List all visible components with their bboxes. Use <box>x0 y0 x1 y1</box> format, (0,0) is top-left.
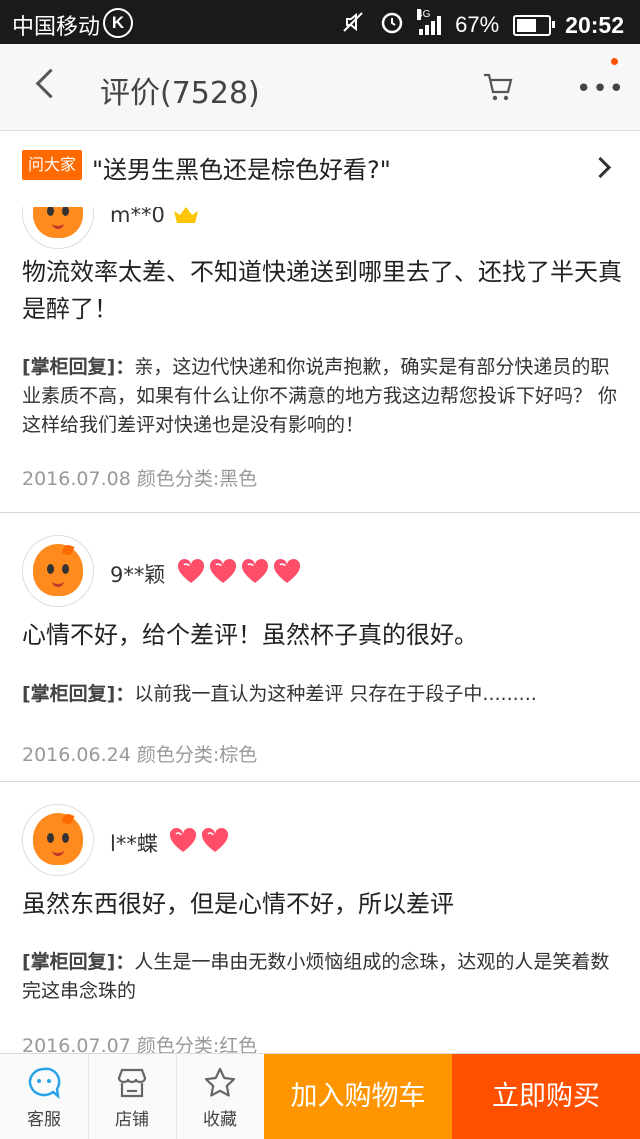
network-type: 4G <box>417 9 431 20</box>
ask-everyone-bar[interactable]: 问大家 "送男生黑色还是棕色好看?" <box>0 131 640 208</box>
buy-now-button[interactable]: 立即购买 <box>452 1054 640 1139</box>
heart-icon <box>209 558 237 583</box>
cart-icon[interactable] <box>482 71 516 103</box>
clock: 20:52 <box>565 11 624 38</box>
carrier-k-icon: K <box>103 8 133 38</box>
review-meta: 2016.07.07 颜色分类:红色 <box>22 1031 257 1053</box>
heart-icon <box>201 827 229 852</box>
reviewer-level-hearts <box>176 557 302 585</box>
avatar <box>22 535 94 607</box>
avatar <box>22 207 94 249</box>
review-date: 2016.06.24 <box>22 744 131 766</box>
reviewer-name: l**蝶 <box>110 832 158 856</box>
navigation-bar: 评价(7528) ••• <box>0 44 640 131</box>
alarm-icon <box>379 9 405 41</box>
question-text: "送男生黑色还是棕色好看?" <box>92 156 391 184</box>
seller-reply: [掌柜回复]：亲，这边代快递和你说声抱歉，确实是有部分快递员的职业素质不高，如果… <box>22 353 618 440</box>
review-item: m**0 物流效率太差、不知道快递送到哪里去了、还找了半天真是醉了！ [掌柜回复… <box>0 207 640 512</box>
review-item: 9**颖 心情不好，给个差评！虽然杯子真的很好。 [掌柜回复]：以前我一直认为这… <box>0 513 640 781</box>
status-bar: 中国移动 K 4G 67% 20:52 <box>0 0 640 44</box>
reply-label: [掌柜回复]： <box>22 356 135 378</box>
heart-icon <box>273 558 301 583</box>
reviewer-level-hearts <box>168 826 230 854</box>
carrier-name: 中国移动 <box>12 14 101 39</box>
review-content: 物流效率太差、不知道快递送到哪里去了、还找了半天真是醉了！ <box>22 258 622 323</box>
review-date: 2016.07.07 <box>22 1035 131 1053</box>
review-sku: 颜色分类:棕色 <box>136 744 258 766</box>
heart-icon <box>241 558 269 583</box>
ask-everyone-badge: 问大家 <box>22 150 82 180</box>
notification-dot <box>611 58 618 65</box>
heart-icon <box>169 827 197 852</box>
more-icon[interactable]: ••• <box>576 76 625 102</box>
avatar <box>22 804 94 876</box>
signal-icon: 4G <box>417 9 442 35</box>
reply-text: 以前我一直认为这种差评 只存在于段子中......... <box>134 683 537 705</box>
tab-customer-service[interactable]: 客服 <box>0 1054 89 1139</box>
seller-reply: [掌柜回复]：人生是一串由无数小烦恼组成的念珠，达观的人是笑着数完这串念珠的 <box>22 948 618 1006</box>
battery-percent: 67% <box>455 12 500 37</box>
tab-shop[interactable]: 店铺 <box>88 1054 177 1139</box>
store-icon <box>117 1068 147 1098</box>
mute-icon <box>341 10 365 40</box>
crown-icon <box>174 207 198 223</box>
star-icon <box>204 1067 236 1097</box>
reply-label: [掌柜回复]： <box>22 683 135 705</box>
tab-label: 收藏 <box>203 1110 237 1130</box>
reviewer-name: m**0 <box>110 207 165 227</box>
review-date: 2016.07.08 <box>22 468 131 490</box>
review-content: 心情不好，给个差评！虽然杯子真的很好。 <box>22 621 478 649</box>
seller-reply: [掌柜回复]：以前我一直认为这种差评 只存在于段子中......... <box>22 680 618 709</box>
add-to-cart-button[interactable]: 加入购物车 <box>264 1054 452 1139</box>
review-sku: 颜色分类:红色 <box>136 1035 258 1053</box>
tab-label: 店铺 <box>115 1110 149 1130</box>
chat-bubble-icon <box>28 1067 61 1099</box>
reply-label: [掌柜回复]： <box>22 951 135 973</box>
battery-icon <box>513 14 556 36</box>
review-sku: 颜色分类:黑色 <box>136 468 258 490</box>
review-meta: 2016.06.24 颜色分类:棕色 <box>22 740 257 767</box>
reviewer-name: 9**颖 <box>110 563 166 587</box>
chevron-right-icon <box>589 156 612 179</box>
tab-favorite[interactable]: 收藏 <box>176 1054 265 1139</box>
review-list[interactable]: m**0 物流效率太差、不知道快递送到哪里去了、还找了半天真是醉了！ [掌柜回复… <box>0 207 640 1053</box>
heart-icon <box>177 558 205 583</box>
review-meta: 2016.07.08 颜色分类:黑色 <box>22 464 257 491</box>
page-title: 评价(7528) <box>100 76 260 111</box>
back-icon[interactable] <box>35 68 66 99</box>
review-content: 虽然东西很好，但是心情不好，所以差评 <box>22 890 454 918</box>
tab-label: 客服 <box>27 1110 61 1130</box>
review-item: l**蝶 虽然东西很好，但是心情不好，所以差评 [掌柜回复]：人生是一串由无数小… <box>0 782 640 1053</box>
bottom-action-bar: 客服 店铺 收藏 加入购物车 立即购买 <box>0 1053 640 1139</box>
